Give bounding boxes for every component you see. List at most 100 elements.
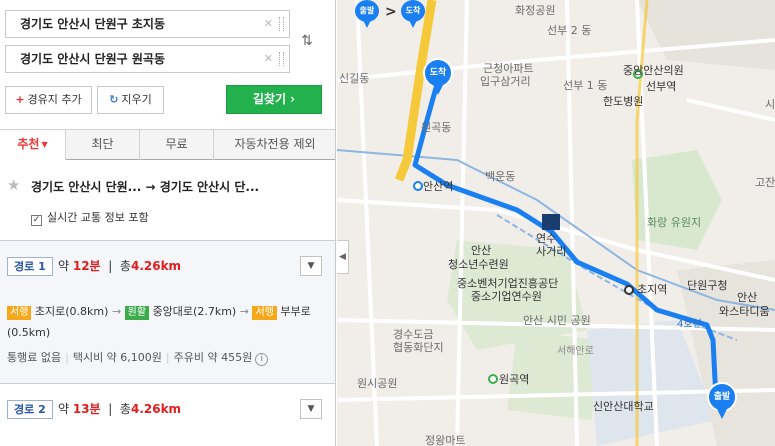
tab-recommended[interactable]: 추천 ▼ bbox=[0, 130, 66, 161]
refresh-icon: ↻ bbox=[109, 93, 119, 106]
map-label: 초지역 bbox=[637, 283, 668, 296]
tab-no-expressway[interactable]: 자동차전용 제외 bbox=[214, 130, 335, 160]
swap-vertical-icon[interactable]: ⇅ bbox=[296, 30, 318, 52]
route-costs: 통행료 없음 | 택시비 약 6,100원 | 주유비 약 455원 i bbox=[7, 349, 269, 366]
map-label: 고잔 bbox=[755, 176, 775, 189]
map-label: 원곡역 bbox=[499, 373, 530, 386]
map-canvas bbox=[337, 0, 775, 446]
tab-shortest[interactable]: 최단 bbox=[66, 130, 140, 160]
realtime-traffic-checkbox[interactable]: ✓ 실시간 교통 정보 포함 bbox=[31, 209, 149, 226]
map-label: 입구삼거리 bbox=[480, 75, 531, 88]
caret-down-icon: ▼ bbox=[41, 140, 48, 149]
map-label: 선부역 bbox=[646, 80, 677, 93]
route-distance: 4.26km bbox=[130, 402, 182, 416]
destination-input[interactable]: 경기도 안산시 단원구 원곡동 ✕ bbox=[5, 45, 290, 73]
route-tag: 경로 2 bbox=[7, 400, 53, 419]
route-summary: ★ 경기도 안산시 단원... → 경기도 안산시 단... ✓ 실시간 교통 정… bbox=[0, 160, 335, 240]
traffic-badge: 서행 bbox=[7, 306, 32, 320]
find-route-button[interactable]: 길찾기 › bbox=[226, 85, 322, 114]
map-label: 연수 bbox=[536, 232, 557, 245]
route-panel: 경기도 안산시 단원구 초지동 ✕ 경기도 안산시 단원구 원곡동 ✕ ⇅ + 경… bbox=[0, 0, 336, 446]
route-card-2[interactable]: 경로 2 약 13분 | 총4.26km ▼ bbox=[0, 383, 335, 446]
chevron-down-icon: ▼ bbox=[307, 261, 315, 271]
drag-handle-icon[interactable] bbox=[279, 17, 284, 31]
route-option-tabs: 추천 ▼ 최단 무료 자동차전용 제외 bbox=[0, 129, 335, 161]
map-label: 중소기업연수원 bbox=[471, 290, 542, 303]
clear-destination-icon[interactable]: ✕ bbox=[264, 46, 273, 72]
start-legend-pin: 출발 bbox=[355, 0, 379, 28]
map-label: 안산 시민 공원 bbox=[523, 314, 591, 327]
map-label: 중소벤처기업진흥공단 bbox=[457, 277, 559, 290]
map-view[interactable]: 화정공원 선부 2 동 신길동 근청아파트 입구삼거리 선부 1 동 중앙안산의… bbox=[337, 0, 775, 446]
map-label: 단원구청 bbox=[687, 279, 728, 292]
drag-handle-icon[interactable] bbox=[279, 52, 284, 66]
checkbox-checked-icon: ✓ bbox=[31, 215, 42, 226]
map-label: 신길동 bbox=[339, 72, 370, 85]
map-label: 화정공원 bbox=[515, 4, 556, 17]
route-time-distance: 약 12분 | 총4.26km bbox=[58, 259, 182, 273]
urban-area bbox=[637, 0, 775, 70]
map-label: 근청아파트 bbox=[483, 62, 534, 75]
arrow-right-icon: → bbox=[239, 305, 249, 318]
realtime-traffic-label: 실시간 교통 정보 포함 bbox=[47, 211, 149, 224]
route-summary-title: 경기도 안산시 단원... → 경기도 안산시 단... bbox=[31, 180, 260, 194]
traffic-camera-icon bbox=[542, 214, 560, 230]
taxi-fare: 택시비 약 6,100원 bbox=[72, 351, 162, 364]
map-label: 시 bbox=[765, 98, 775, 111]
map-label: 한도병원 bbox=[603, 95, 644, 108]
traffic-badge: 서행 bbox=[252, 306, 277, 320]
map-label: 청소년수련원 bbox=[448, 258, 509, 271]
destination-value: 경기도 안산시 단원구 원곡동 bbox=[20, 52, 166, 66]
route-steps: 서행 초지로(0.8km) → 원활 중앙대로(2.7km) → 서행 부부로(… bbox=[7, 301, 327, 343]
add-waypoint-button[interactable]: + 경유지 추가 bbox=[5, 86, 92, 114]
origin-pin[interactable]: 출발 bbox=[707, 382, 737, 420]
toll-info: 통행료 없음 bbox=[7, 351, 62, 364]
map-label: 백운동 bbox=[485, 170, 516, 183]
station-marker bbox=[624, 285, 634, 295]
map-label: 화랑 유원지 bbox=[647, 216, 702, 229]
legend-arrow: > bbox=[385, 4, 397, 20]
map-label: 중앙안산의원 bbox=[623, 64, 684, 77]
collapse-panel-button[interactable]: ◀ bbox=[337, 240, 349, 274]
map-label: 협동화단지 bbox=[393, 341, 444, 354]
map-label: 원곡동 bbox=[421, 121, 452, 134]
station-marker bbox=[488, 374, 498, 384]
star-icon[interactable]: ★ bbox=[7, 176, 20, 194]
end-legend-pin: 도착 bbox=[401, 0, 425, 28]
route-tag: 경로 1 bbox=[7, 257, 53, 276]
step-road: 초지로(0.8km) bbox=[34, 305, 109, 318]
map-label: 4호선 bbox=[677, 319, 702, 330]
map-label: 사거리 bbox=[536, 245, 567, 258]
route-distance: 4.26km bbox=[130, 259, 182, 273]
map-label: 서해안로 bbox=[557, 346, 594, 357]
map-label: 원시공원 bbox=[357, 377, 398, 390]
add-waypoint-label: 경유지 추가 bbox=[27, 93, 82, 106]
arrow-right-icon: → bbox=[111, 305, 122, 318]
route-card-1[interactable]: 경로 1 약 12분 | 총4.26km ▼ 서행 초지로(0.8km) → 원… bbox=[0, 240, 335, 383]
route-time: 13분 bbox=[72, 402, 101, 416]
fuel-cost: 주유비 약 455원 bbox=[173, 351, 253, 364]
expand-route-button[interactable]: ▼ bbox=[300, 399, 322, 419]
plus-icon: + bbox=[15, 93, 25, 106]
clear-origin-icon[interactable]: ✕ bbox=[264, 11, 273, 37]
map-label: 안산 bbox=[737, 291, 758, 304]
origin-input[interactable]: 경기도 안산시 단원구 초지동 ✕ bbox=[5, 10, 290, 38]
map-label: 안산 bbox=[471, 244, 492, 257]
expand-route-button[interactable]: ▼ bbox=[300, 256, 322, 276]
map-label: 경수도금 bbox=[393, 328, 434, 341]
map-label: 정왕마트 bbox=[425, 434, 466, 446]
tab-free[interactable]: 무료 bbox=[140, 130, 214, 160]
app: 경기도 안산시 단원구 초지동 ✕ 경기도 안산시 단원구 원곡동 ✕ ⇅ + 경… bbox=[0, 0, 775, 446]
route-time-distance: 약 13분 | 총4.26km bbox=[58, 402, 182, 416]
clear-label: 지우기 bbox=[121, 93, 152, 106]
step-road: 중앙대로(2.7km) bbox=[152, 305, 237, 318]
traffic-badge: 원활 bbox=[124, 306, 150, 320]
chevron-down-icon: ▼ bbox=[307, 404, 315, 414]
chevron-left-icon: ◀ bbox=[339, 252, 346, 262]
route-time: 12분 bbox=[72, 259, 101, 273]
origin-value: 경기도 안산시 단원구 초지동 bbox=[20, 17, 166, 31]
info-icon[interactable]: i bbox=[255, 353, 269, 366]
map-label: 와스타디움 bbox=[719, 305, 770, 318]
clear-button[interactable]: ↻ 지우기 bbox=[97, 86, 164, 114]
destination-pin[interactable]: 도착 bbox=[423, 58, 453, 96]
